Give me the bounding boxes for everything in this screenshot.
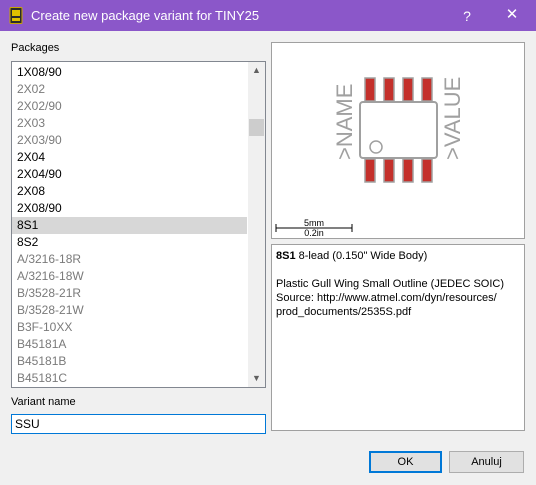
list-item[interactable]: 2X03/90 — [12, 132, 247, 149]
close-button[interactable]: ✕ — [499, 3, 525, 27]
help-button[interactable]: ? — [455, 5, 479, 27]
list-item[interactable]: 1X08/90 — [12, 64, 247, 81]
packages-list[interactable]: 1X08/90 2X02 2X02/90 2X03 2X03/90 2X04 2X04/90… — [11, 61, 266, 388]
list-item[interactable]: 8S1 — [12, 217, 247, 234]
pad — [421, 158, 433, 183]
list-item[interactable]: A/3216-18R — [12, 251, 247, 268]
packages-list-items: 1X08/90 2X02 2X02/90 2X03 2X03/90 2X04 2X04/90… — [12, 64, 247, 387]
package-drawing: >NAME >VALUE 5mm 0.2in — [275, 77, 465, 238]
ok-button[interactable]: OK — [369, 451, 442, 473]
scale-in: 0.2in — [304, 228, 324, 238]
pad — [383, 77, 395, 102]
list-item[interactable]: A/3216-18W — [12, 268, 247, 285]
list-item[interactable]: 2X08/90 — [12, 200, 247, 217]
desc-name: 8S1 — [276, 250, 296, 262]
scroll-down-icon[interactable]: ▼ — [248, 370, 265, 387]
scale-mm: 5mm — [304, 218, 324, 228]
list-item[interactable]: B/3528-21R — [12, 285, 247, 302]
variant-name-input[interactable] — [11, 414, 266, 434]
list-item[interactable]: 2X04 — [12, 149, 247, 166]
desc-line3: prod_documents/2535S.pdf — [276, 306, 412, 318]
list-item[interactable]: 2X08 — [12, 183, 247, 200]
packages-label: Packages — [11, 42, 60, 54]
desc-line2: Source: http://www.atmel.com/dyn/resourc… — [276, 292, 497, 304]
list-item[interactable]: 2X03 — [12, 115, 247, 132]
title-bar: Create new package variant for TINY25 ? … — [0, 0, 536, 31]
list-item[interactable]: B45181A — [12, 336, 247, 353]
package-description: 8S1 8-lead (0.150" Wide Body) Plastic Gu… — [271, 244, 525, 431]
window-title: Create new package variant for TINY25 — [31, 8, 260, 23]
cancel-button[interactable]: Anuluj — [449, 451, 524, 473]
desc-line1: Plastic Gull Wing Small Outline (JEDEC S… — [276, 278, 504, 290]
package-preview: >NAME >VALUE 5mm 0.2in — [271, 42, 525, 239]
list-item[interactable]: B45181B — [12, 353, 247, 370]
list-item[interactable]: B3F-10XX — [12, 319, 247, 336]
pad — [402, 158, 414, 183]
pad — [364, 77, 376, 102]
variant-name-label: Variant name — [11, 396, 76, 408]
pad — [402, 77, 414, 102]
packages-scrollbar[interactable]: ▲ ▼ — [248, 62, 265, 387]
name-label: >NAME — [332, 84, 357, 160]
list-item[interactable]: 2X02 — [12, 81, 247, 98]
scroll-up-icon[interactable]: ▲ — [248, 62, 265, 79]
pad — [421, 77, 433, 102]
package-body — [359, 101, 438, 159]
list-item[interactable]: 2X04/90 — [12, 166, 247, 183]
pad — [364, 158, 376, 183]
list-item[interactable]: 8S2 — [12, 234, 247, 251]
pad — [383, 158, 395, 183]
desc-subtitle: 8-lead (0.150" Wide Body) — [298, 250, 428, 262]
list-item[interactable]: 2X02/90 — [12, 98, 247, 115]
app-icon — [9, 7, 23, 24]
scroll-thumb[interactable] — [249, 119, 264, 136]
value-label: >VALUE — [440, 77, 465, 160]
list-item[interactable]: B/3528-21W — [12, 302, 247, 319]
list-item[interactable]: B45181C — [12, 370, 247, 387]
pin1-marker — [369, 140, 383, 154]
